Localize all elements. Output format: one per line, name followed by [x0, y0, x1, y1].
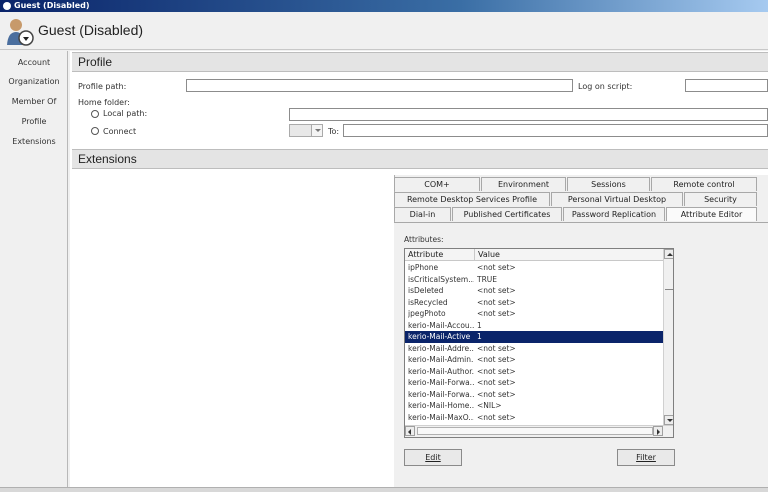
chevron-down-icon: [311, 125, 322, 136]
list-item[interactable]: ipPhone <not set>: [405, 262, 663, 274]
attribute-value: <not set>: [477, 355, 516, 364]
attribute-value: 1: [477, 320, 482, 330]
edit-button[interactable]: Edit: [404, 449, 462, 466]
scroll-up-icon[interactable]: [664, 249, 673, 259]
connect-radio[interactable]: [91, 127, 99, 135]
attribute-name: kerio-Mail-Home...: [408, 401, 474, 410]
attribute-name: kerio-Mail-Addre...: [408, 343, 474, 353]
tab-attribute-editor[interactable]: Attribute Editor: [666, 207, 757, 221]
tab-remote-desktop-services-profile[interactable]: Remote Desktop Services Profile: [394, 192, 550, 206]
drive-letter-select[interactable]: [289, 124, 323, 137]
scroll-left-icon[interactable]: [405, 426, 415, 436]
window-user-icon: [3, 2, 11, 10]
attribute-value: <not set>: [477, 297, 516, 307]
column-header-attribute[interactable]: Attribute: [405, 249, 475, 261]
attribute-name: kerio-Mail-Accou...: [408, 320, 474, 330]
sidebar-item-member-of[interactable]: Member Of: [0, 97, 68, 106]
attribute-value: <NIL>: [477, 401, 502, 410]
local-path-radio[interactable]: [91, 110, 99, 118]
list-item[interactable]: kerio-Mail-Home... <NIL>: [405, 400, 663, 412]
list-header: Attribute Value: [405, 249, 663, 261]
list-item[interactable]: kerio-Mail-Admin... <not set>: [405, 354, 663, 366]
to-path-input[interactable]: [343, 124, 768, 137]
attribute-name: kerio-Mail-Forwa...: [408, 378, 474, 387]
filter-button-label: Filter: [636, 453, 656, 462]
attribute-name: kerio-Mail-Forwa...: [408, 389, 474, 399]
sidebar-item-extensions[interactable]: Extensions: [0, 137, 68, 146]
horizontal-scrollbar[interactable]: [405, 425, 673, 437]
page-header: Guest (Disabled): [0, 12, 768, 50]
scroll-down-icon[interactable]: [664, 415, 673, 425]
filter-button[interactable]: Filter: [617, 449, 675, 466]
page-title: Guest (Disabled): [38, 22, 144, 38]
attributes-label: Attributes:: [404, 235, 444, 244]
profile-path-input[interactable]: [186, 79, 573, 92]
profile-section-header: Profile: [72, 52, 768, 72]
list-item[interactable]: isDeleted <not set>: [405, 285, 663, 297]
sidebar-item-account[interactable]: Account: [0, 58, 68, 67]
to-label: To:: [328, 127, 340, 136]
tab-environment[interactable]: Environment: [481, 177, 566, 191]
profile-path-label: Profile path:: [78, 82, 127, 91]
attribute-name: isDeleted: [408, 286, 444, 295]
tab-password-replication[interactable]: Password Replication: [563, 207, 665, 221]
home-folder-label: Home folder:: [78, 98, 130, 107]
tab-published-certificates[interactable]: Published Certificates: [452, 207, 562, 221]
attribute-value: <not set>: [477, 366, 516, 376]
vertical-scrollbar[interactable]: [663, 249, 673, 425]
sidebar: Account Organization Member Of Profile E…: [0, 51, 68, 487]
attribute-value: <not set>: [477, 286, 516, 295]
status-bar: [0, 487, 768, 492]
tab-dial-in[interactable]: Dial-in: [394, 207, 451, 221]
list-item[interactable]: kerio-Mail-Forwa... <not set>: [405, 377, 663, 389]
attribute-value: <not set>: [477, 378, 516, 387]
connect-label: Connect: [103, 127, 137, 136]
scroll-thumb[interactable]: [665, 289, 673, 297]
sidebar-item-profile[interactable]: Profile: [0, 117, 68, 126]
attribute-name: kerio-Mail-MaxO...: [408, 412, 474, 422]
extensions-section-header: Extensions: [72, 149, 768, 169]
attribute-value: <not set>: [477, 389, 516, 399]
list-item[interactable]: kerio-Mail-Forwa... <not set>: [405, 389, 663, 401]
scroll-right-icon[interactable]: [653, 426, 663, 436]
list-item[interactable]: kerio-Mail-Addre... <not set>: [405, 343, 663, 355]
window-titlebar: Guest (Disabled): [0, 0, 768, 12]
tab-remote-control[interactable]: Remote control: [651, 177, 757, 191]
attribute-name: ipPhone: [408, 263, 439, 272]
list-item[interactable]: isRecycled <not set>: [405, 297, 663, 309]
attribute-value: <not set>: [477, 263, 516, 272]
attribute-value: <not set>: [477, 343, 516, 353]
column-header-value[interactable]: Value: [475, 249, 663, 261]
attribute-value: 1: [477, 332, 482, 341]
list-item[interactable]: isCriticalSystem... TRUE: [405, 274, 663, 286]
attribute-value: <not set>: [477, 309, 516, 318]
tab-sessions[interactable]: Sessions: [567, 177, 650, 191]
attribute-name: isCriticalSystem...: [408, 274, 474, 284]
sidebar-item-organization[interactable]: Organization: [0, 77, 68, 86]
list-item[interactable]: kerio-Mail-Active 1: [405, 331, 663, 343]
attribute-value: TRUE: [477, 274, 498, 284]
local-path-label: Local path:: [103, 109, 148, 118]
edit-button-label: Edit: [425, 453, 441, 462]
tab-security[interactable]: Security: [684, 192, 757, 206]
list-item[interactable]: kerio-Mail-Accou... 1: [405, 320, 663, 332]
logon-script-input[interactable]: [685, 79, 768, 92]
list-item[interactable]: kerio-Mail-MaxO... <not set>: [405, 412, 663, 424]
attribute-name: jpegPhoto: [408, 309, 446, 318]
attribute-value: <not set>: [477, 412, 516, 422]
list-item[interactable]: kerio-Mail-Author... <not set>: [405, 366, 663, 378]
attribute-name: kerio-Mail-Active: [408, 332, 471, 341]
attribute-name: kerio-Mail-Author...: [408, 366, 474, 376]
list-item[interactable]: jpegPhoto <not set>: [405, 308, 663, 320]
attribute-name: kerio-Mail-Admin...: [408, 355, 474, 364]
tab-com-plus[interactable]: COM+: [394, 177, 480, 191]
attributes-list[interactable]: Attribute Value ipPhone <not set> isCritic…: [404, 248, 674, 438]
user-disabled-icon: [7, 19, 34, 46]
attribute-name: isRecycled: [408, 297, 448, 307]
local-path-input[interactable]: [289, 108, 768, 121]
tab-personal-virtual-desktop[interactable]: Personal Virtual Desktop: [551, 192, 683, 206]
logon-script-label: Log on script:: [578, 82, 633, 91]
window-title: Guest (Disabled): [14, 1, 90, 10]
hscroll-thumb[interactable]: [417, 427, 653, 435]
